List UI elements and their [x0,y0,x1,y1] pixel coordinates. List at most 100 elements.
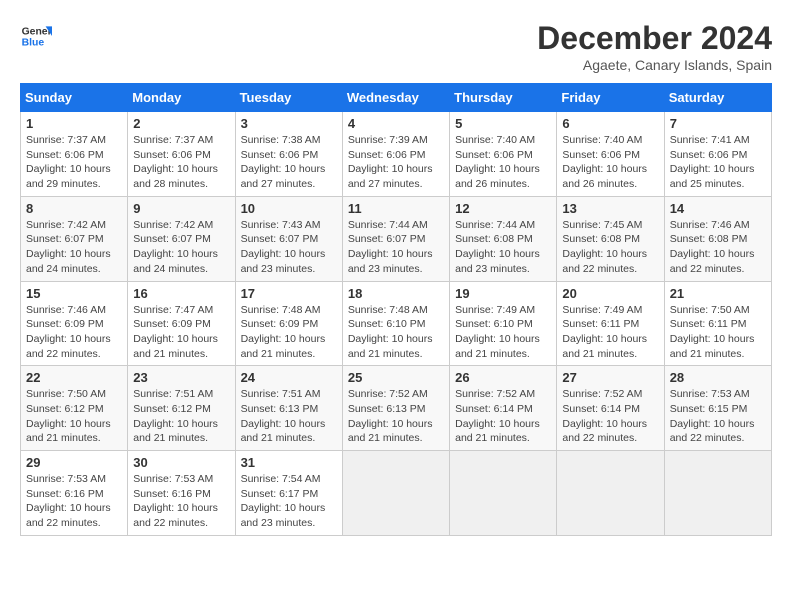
day-number: 13 [562,201,658,216]
day-info: Sunrise: 7:41 AMSunset: 6:06 PMDaylight:… [670,133,766,192]
day-number: 23 [133,370,229,385]
calendar-cell: 5 Sunrise: 7:40 AMSunset: 6:06 PMDayligh… [450,112,557,197]
calendar-cell: 1 Sunrise: 7:37 AMSunset: 6:06 PMDayligh… [21,112,128,197]
day-info: Sunrise: 7:37 AMSunset: 6:06 PMDaylight:… [26,133,122,192]
day-info: Sunrise: 7:52 AMSunset: 6:14 PMDaylight:… [562,387,658,446]
day-info: Sunrise: 7:47 AMSunset: 6:09 PMDaylight:… [133,303,229,362]
day-number: 17 [241,286,337,301]
day-number: 3 [241,116,337,131]
calendar-cell: 9 Sunrise: 7:42 AMSunset: 6:07 PMDayligh… [128,196,235,281]
calendar-cell: 8 Sunrise: 7:42 AMSunset: 6:07 PMDayligh… [21,196,128,281]
calendar-cell: 14 Sunrise: 7:46 AMSunset: 6:08 PMDaylig… [664,196,771,281]
header-cell-thursday: Thursday [450,84,557,112]
day-number: 26 [455,370,551,385]
calendar-cell [342,451,449,536]
day-number: 22 [26,370,122,385]
header: General Blue December 2024 Agaete, Canar… [20,20,772,73]
day-number: 21 [670,286,766,301]
day-info: Sunrise: 7:44 AMSunset: 6:08 PMDaylight:… [455,218,551,277]
day-info: Sunrise: 7:38 AMSunset: 6:06 PMDaylight:… [241,133,337,192]
calendar-cell: 10 Sunrise: 7:43 AMSunset: 6:07 PMDaylig… [235,196,342,281]
day-info: Sunrise: 7:50 AMSunset: 6:11 PMDaylight:… [670,303,766,362]
calendar-cell: 15 Sunrise: 7:46 AMSunset: 6:09 PMDaylig… [21,281,128,366]
calendar-cell: 28 Sunrise: 7:53 AMSunset: 6:15 PMDaylig… [664,366,771,451]
calendar-week-4: 22 Sunrise: 7:50 AMSunset: 6:12 PMDaylig… [21,366,772,451]
calendar-cell [557,451,664,536]
header-cell-tuesday: Tuesday [235,84,342,112]
calendar-cell: 24 Sunrise: 7:51 AMSunset: 6:13 PMDaylig… [235,366,342,451]
location-title: Agaete, Canary Islands, Spain [537,57,772,73]
day-info: Sunrise: 7:40 AMSunset: 6:06 PMDaylight:… [455,133,551,192]
day-info: Sunrise: 7:45 AMSunset: 6:08 PMDaylight:… [562,218,658,277]
day-info: Sunrise: 7:44 AMSunset: 6:07 PMDaylight:… [348,218,444,277]
day-info: Sunrise: 7:49 AMSunset: 6:10 PMDaylight:… [455,303,551,362]
day-number: 16 [133,286,229,301]
logo: General Blue [20,20,52,52]
logo-icon: General Blue [20,20,52,52]
day-number: 7 [670,116,766,131]
day-number: 15 [26,286,122,301]
calendar-cell: 6 Sunrise: 7:40 AMSunset: 6:06 PMDayligh… [557,112,664,197]
calendar-cell: 27 Sunrise: 7:52 AMSunset: 6:14 PMDaylig… [557,366,664,451]
day-info: Sunrise: 7:53 AMSunset: 6:16 PMDaylight:… [133,472,229,531]
day-info: Sunrise: 7:43 AMSunset: 6:07 PMDaylight:… [241,218,337,277]
calendar-table: SundayMondayTuesdayWednesdayThursdayFrid… [20,83,772,536]
day-info: Sunrise: 7:40 AMSunset: 6:06 PMDaylight:… [562,133,658,192]
calendar-cell: 21 Sunrise: 7:50 AMSunset: 6:11 PMDaylig… [664,281,771,366]
calendar-cell: 12 Sunrise: 7:44 AMSunset: 6:08 PMDaylig… [450,196,557,281]
calendar-cell: 17 Sunrise: 7:48 AMSunset: 6:09 PMDaylig… [235,281,342,366]
calendar-cell: 13 Sunrise: 7:45 AMSunset: 6:08 PMDaylig… [557,196,664,281]
day-number: 5 [455,116,551,131]
calendar-cell [664,451,771,536]
day-number: 30 [133,455,229,470]
day-info: Sunrise: 7:52 AMSunset: 6:13 PMDaylight:… [348,387,444,446]
calendar-cell: 26 Sunrise: 7:52 AMSunset: 6:14 PMDaylig… [450,366,557,451]
day-info: Sunrise: 7:39 AMSunset: 6:06 PMDaylight:… [348,133,444,192]
calendar-cell: 16 Sunrise: 7:47 AMSunset: 6:09 PMDaylig… [128,281,235,366]
calendar-week-1: 1 Sunrise: 7:37 AMSunset: 6:06 PMDayligh… [21,112,772,197]
day-number: 4 [348,116,444,131]
calendar-cell: 4 Sunrise: 7:39 AMSunset: 6:06 PMDayligh… [342,112,449,197]
day-info: Sunrise: 7:37 AMSunset: 6:06 PMDaylight:… [133,133,229,192]
day-info: Sunrise: 7:50 AMSunset: 6:12 PMDaylight:… [26,387,122,446]
day-info: Sunrise: 7:53 AMSunset: 6:15 PMDaylight:… [670,387,766,446]
calendar-cell: 20 Sunrise: 7:49 AMSunset: 6:11 PMDaylig… [557,281,664,366]
calendar-week-3: 15 Sunrise: 7:46 AMSunset: 6:09 PMDaylig… [21,281,772,366]
day-number: 31 [241,455,337,470]
day-info: Sunrise: 7:53 AMSunset: 6:16 PMDaylight:… [26,472,122,531]
day-number: 2 [133,116,229,131]
svg-text:Blue: Blue [22,38,45,49]
day-number: 8 [26,201,122,216]
day-number: 11 [348,201,444,216]
day-number: 20 [562,286,658,301]
header-row: SundayMondayTuesdayWednesdayThursdayFrid… [21,84,772,112]
month-title: December 2024 [537,20,772,57]
day-number: 10 [241,201,337,216]
calendar-cell: 3 Sunrise: 7:38 AMSunset: 6:06 PMDayligh… [235,112,342,197]
calendar-cell: 22 Sunrise: 7:50 AMSunset: 6:12 PMDaylig… [21,366,128,451]
calendar-cell: 11 Sunrise: 7:44 AMSunset: 6:07 PMDaylig… [342,196,449,281]
day-number: 1 [26,116,122,131]
calendar-cell: 31 Sunrise: 7:54 AMSunset: 6:17 PMDaylig… [235,451,342,536]
day-number: 24 [241,370,337,385]
calendar-cell: 29 Sunrise: 7:53 AMSunset: 6:16 PMDaylig… [21,451,128,536]
calendar-cell: 19 Sunrise: 7:49 AMSunset: 6:10 PMDaylig… [450,281,557,366]
day-number: 6 [562,116,658,131]
title-area: December 2024 Agaete, Canary Islands, Sp… [537,20,772,73]
calendar-cell: 2 Sunrise: 7:37 AMSunset: 6:06 PMDayligh… [128,112,235,197]
day-info: Sunrise: 7:48 AMSunset: 6:10 PMDaylight:… [348,303,444,362]
header-cell-saturday: Saturday [664,84,771,112]
calendar-cell [450,451,557,536]
day-number: 18 [348,286,444,301]
day-info: Sunrise: 7:46 AMSunset: 6:09 PMDaylight:… [26,303,122,362]
header-cell-wednesday: Wednesday [342,84,449,112]
day-number: 9 [133,201,229,216]
day-number: 27 [562,370,658,385]
calendar-cell: 25 Sunrise: 7:52 AMSunset: 6:13 PMDaylig… [342,366,449,451]
calendar-cell: 7 Sunrise: 7:41 AMSunset: 6:06 PMDayligh… [664,112,771,197]
day-info: Sunrise: 7:52 AMSunset: 6:14 PMDaylight:… [455,387,551,446]
day-info: Sunrise: 7:51 AMSunset: 6:12 PMDaylight:… [133,387,229,446]
header-cell-monday: Monday [128,84,235,112]
header-cell-friday: Friday [557,84,664,112]
calendar-cell: 18 Sunrise: 7:48 AMSunset: 6:10 PMDaylig… [342,281,449,366]
